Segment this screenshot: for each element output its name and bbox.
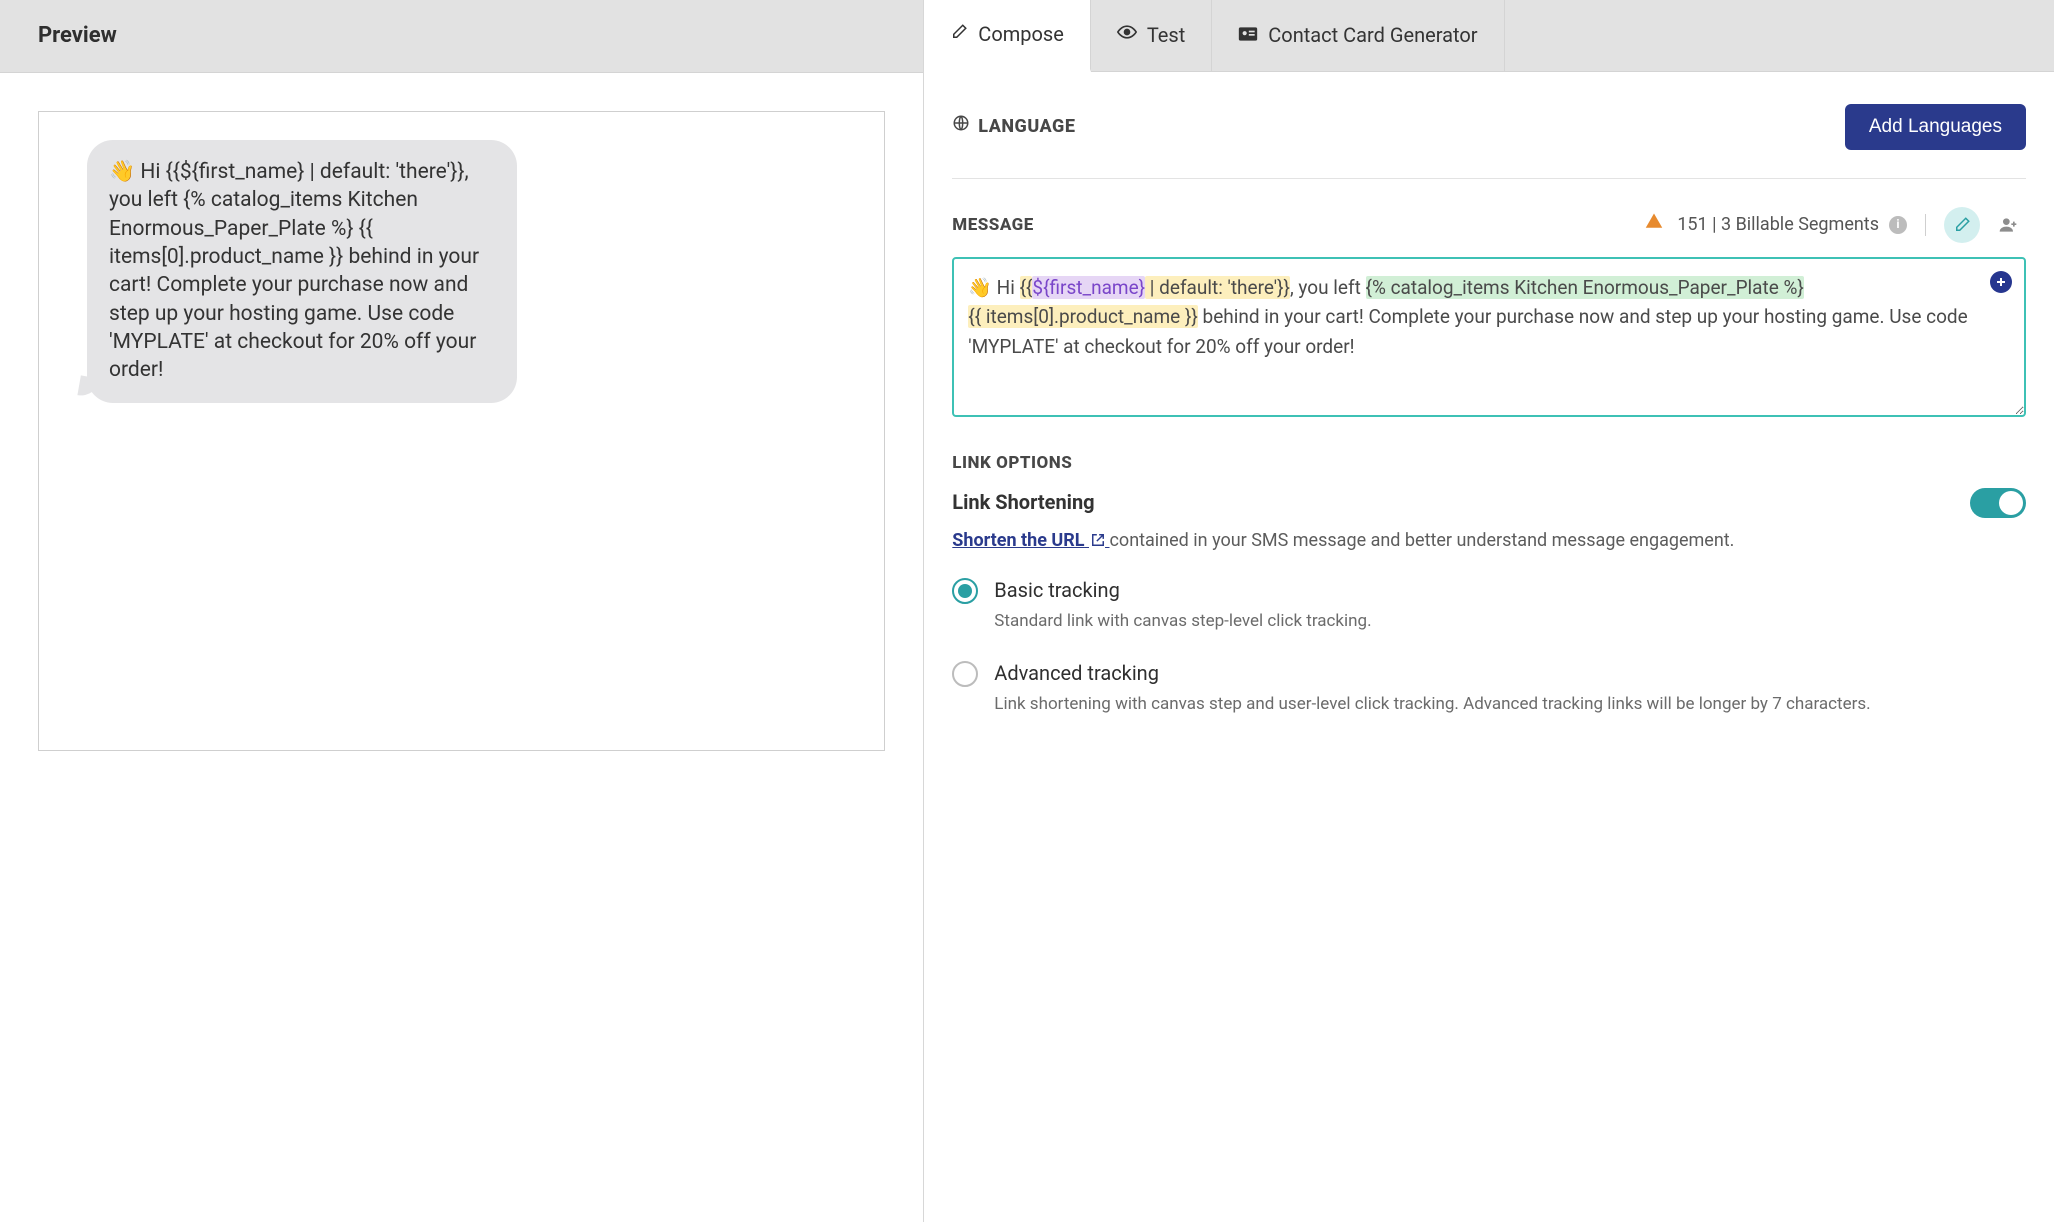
tab-compose-label: Compose: [978, 20, 1064, 49]
message-count: 151 | 3 Billable Segments: [1677, 212, 1879, 238]
radio-sub-advanced: Link shortening with canvas step and use…: [994, 692, 1870, 717]
tab-compose[interactable]: Compose: [924, 0, 1091, 72]
insert-snippet-button[interactable]: [1990, 271, 2012, 293]
personalize-button[interactable]: [1944, 207, 1980, 243]
preview-panel: Preview 👋 Hi {{${first_name} | default: …: [0, 0, 924, 1222]
tab-contact-card-label: Contact Card Generator: [1268, 21, 1477, 50]
link-shortening-toggle[interactable]: [1970, 488, 2026, 518]
message-header: MESSAGE 151 | 3 Billable Segments i: [952, 207, 2026, 243]
tracking-option-advanced[interactable]: Advanced tracking Link shortening with ca…: [952, 659, 2026, 717]
preview-header: Preview: [0, 0, 923, 73]
message-editor-wrap: 👋 Hi {{${first_name} | default: 'there'}…: [952, 257, 2026, 417]
tab-test[interactable]: Test: [1091, 0, 1212, 71]
radio-title-advanced: Advanced tracking: [994, 659, 1870, 688]
tracking-radio-group: Basic tracking Standard link with canvas …: [952, 576, 2026, 717]
radio-sub-basic: Standard link with canvas step-level cli…: [994, 609, 1371, 634]
preview-body: 👋 Hi {{${first_name} | default: 'there'}…: [0, 73, 923, 1222]
shorten-url-link[interactable]: Shorten the URL: [952, 530, 1109, 551]
message-meta: 151 | 3 Billable Segments i: [1645, 207, 2026, 243]
preview-title: Preview: [38, 20, 885, 52]
language-label: LANGUAGE: [978, 114, 1075, 140]
tracking-option-basic[interactable]: Basic tracking Standard link with canvas …: [952, 576, 2026, 634]
link-shortening-desc: Shorten the URL contained in your SMS me…: [952, 528, 2026, 554]
warning-icon: [1645, 212, 1663, 238]
tab-test-label: Test: [1147, 21, 1185, 50]
message-label: MESSAGE: [952, 213, 1034, 238]
compose-panel: Compose Test Contact Card Generator: [924, 0, 2054, 1222]
link-options-section: LINK OPTIONS Link Shortening Shorten the…: [952, 451, 2026, 717]
language-label-wrap: LANGUAGE: [952, 114, 1075, 140]
globe-icon: [952, 114, 970, 140]
language-row: LANGUAGE Add Languages: [952, 100, 2026, 179]
eye-icon: [1117, 21, 1137, 50]
pencil-icon: [950, 20, 968, 49]
radio-basic[interactable]: [952, 578, 978, 604]
phone-frame: 👋 Hi {{${first_name} | default: 'there'}…: [38, 111, 885, 751]
tab-contact-card[interactable]: Contact Card Generator: [1212, 0, 1504, 71]
message-editor[interactable]: 👋 Hi {{${first_name} | default: 'there'}…: [952, 257, 2026, 417]
tabbar: Compose Test Contact Card Generator: [924, 0, 2054, 72]
info-icon[interactable]: i: [1889, 216, 1907, 234]
add-languages-button[interactable]: Add Languages: [1845, 104, 2026, 150]
link-shortening-desc-text: contained in your SMS message and better…: [1110, 530, 1735, 551]
sms-bubble: 👋 Hi {{${first_name} | default: 'there'}…: [87, 140, 517, 403]
link-shortening-header: Link Shortening: [952, 488, 2026, 518]
id-card-icon: [1238, 21, 1258, 50]
radio-title-basic: Basic tracking: [994, 576, 1371, 605]
radio-advanced[interactable]: [952, 661, 978, 687]
link-shortening-title: Link Shortening: [952, 488, 1094, 517]
external-link-icon: [1091, 533, 1105, 547]
meta-divider: [1925, 214, 1926, 236]
add-recipient-button[interactable]: [1990, 207, 2026, 243]
link-options-label: LINK OPTIONS: [952, 451, 2026, 476]
shorten-url-link-text: Shorten the URL: [952, 530, 1084, 551]
